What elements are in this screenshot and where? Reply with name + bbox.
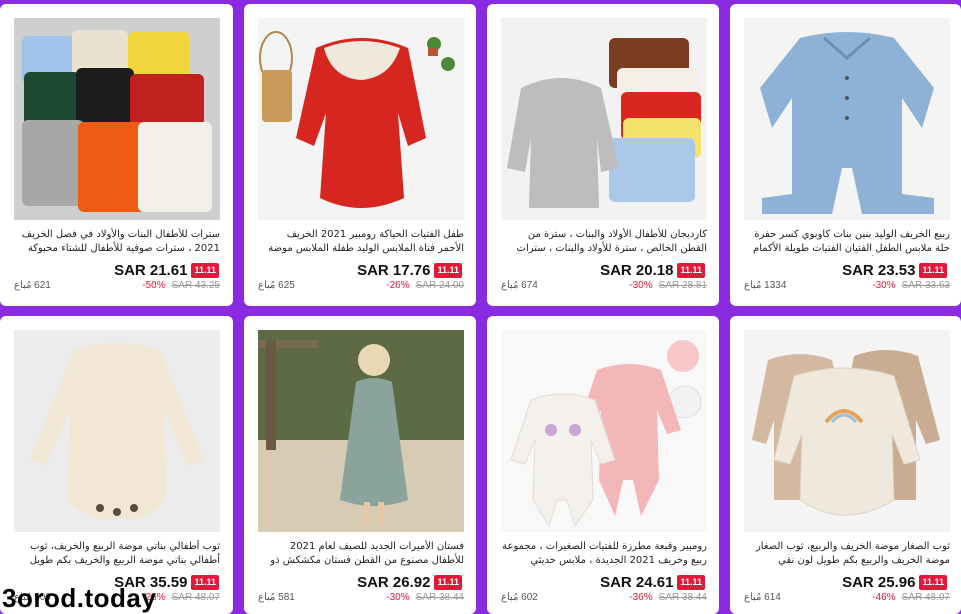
product-title[interactable]: رومبير وقبعة مطرزة للفتيات الصغيرات ، مج… [501, 540, 707, 568]
sold-count: 614 مُباع [744, 592, 781, 603]
product-image[interactable] [258, 18, 464, 220]
sold-count: 625 مُباع [258, 280, 295, 291]
meta-row: 581 مُباع -30% SAR 38.44 [258, 592, 464, 603]
sale-badge: 11.11 [919, 263, 947, 278]
meta-row: 674 مُباع -30% SAR 28.81 [501, 280, 707, 291]
product-image[interactable] [258, 330, 464, 532]
product-card[interactable]: سترات للأطفال البنات والأولاد في فصل الخ… [0, 4, 233, 306]
product-card[interactable]: فستان الأميرات الجديد للصيف لعام 2021 لل… [244, 316, 476, 614]
meta-row: 1334 مُباع -30% SAR 33.63 [744, 280, 950, 291]
sale-badge: 11.11 [677, 263, 705, 278]
original-price: SAR 24.00 [415, 280, 464, 291]
sale-badge: 11.11 [434, 263, 462, 278]
original-price: SAR 48.07 [171, 592, 220, 603]
original-price: SAR 38.44 [658, 592, 707, 603]
product-image[interactable] [14, 18, 220, 220]
site-watermark: 3orod.today [2, 583, 157, 613]
product-image[interactable] [14, 330, 220, 532]
product-title[interactable]: ثوب أطفالي بناتي موضة الربيع والخريف، ثو… [14, 540, 220, 568]
discount-percent: -30% [386, 592, 410, 603]
original-price: SAR 43.25 [171, 280, 220, 291]
product-card[interactable]: طفل الفتيات الحياكة رومبير 2021 الخريف ا… [244, 4, 476, 306]
discount-percent: -50% [142, 280, 166, 291]
product-card[interactable]: ثوب الصغار موضة الخريف والربيع، ثوب الصغ… [730, 316, 961, 614]
product-price: SAR 21.61 [114, 262, 188, 279]
price-row: SAR 25.96 11.11 [842, 574, 947, 591]
product-price: SAR 25.96 [842, 574, 916, 591]
product-price: SAR 17.76 [357, 262, 431, 279]
sale-badge: 11.11 [919, 575, 947, 590]
product-title[interactable]: سترات للأطفال البنات والأولاد في فصل الخ… [14, 228, 220, 256]
sale-badge: 11.11 [191, 263, 219, 278]
sold-count: 674 مُباع [501, 280, 538, 291]
product-title[interactable]: طفل الفتيات الحياكة رومبير 2021 الخريف ا… [258, 228, 464, 256]
meta-row: 614 مُباع -46% SAR 48.07 [744, 592, 950, 603]
product-title[interactable]: كارديجان للأطفال الأولاد والبنات ، سترة … [501, 228, 707, 256]
sale-badge: 11.11 [434, 575, 462, 590]
sold-count: 1334 مُباع [744, 280, 787, 291]
price-row: SAR 17.76 11.11 [357, 262, 462, 279]
discount-percent: -46% [872, 592, 896, 603]
sale-badge: 11.11 [191, 575, 219, 590]
product-image[interactable] [744, 18, 950, 220]
product-title[interactable]: فستان الأميرات الجديد للصيف لعام 2021 لل… [258, 540, 464, 568]
product-card[interactable]: ربيع الخريف الوليد بنين بنات كاوبوي كسر … [730, 4, 961, 306]
product-image[interactable] [744, 330, 950, 532]
sold-count: 621 مُباع [14, 280, 51, 291]
sold-count: 581 مُباع [258, 592, 295, 603]
product-grid: سترات للأطفال البنات والأولاد في فصل الخ… [0, 0, 961, 614]
meta-row: 621 مُباع -50% SAR 43.25 [14, 280, 220, 291]
meta-row: 602 مُباع -36% SAR 38.44 [501, 592, 707, 603]
price-row: SAR 21.61 11.11 [114, 262, 219, 279]
price-row: SAR 26.92 11.11 [357, 574, 462, 591]
price-row: SAR 24.61 11.11 [600, 574, 705, 591]
product-card[interactable]: رومبير وقبعة مطرزة للفتيات الصغيرات ، مج… [487, 316, 719, 614]
discount-percent: -30% [872, 280, 896, 291]
product-card[interactable]: كارديجان للأطفال الأولاد والبنات ، سترة … [487, 4, 719, 306]
product-image[interactable] [501, 330, 707, 532]
discount-percent: -26% [386, 280, 410, 291]
original-price: SAR 28.81 [658, 280, 707, 291]
original-price: SAR 48.07 [901, 592, 950, 603]
product-price: SAR 20.18 [600, 262, 674, 279]
product-title[interactable]: ربيع الخريف الوليد بنين بنات كاوبوي كسر … [744, 228, 950, 256]
product-title[interactable]: ثوب الصغار موضة الخريف والربيع، ثوب الصغ… [744, 540, 950, 568]
discount-percent: -30% [629, 280, 653, 291]
original-price: SAR 33.63 [901, 280, 950, 291]
product-price: SAR 24.61 [600, 574, 674, 591]
sold-count: 602 مُباع [501, 592, 538, 603]
product-card[interactable]: ثوب أطفالي بناتي موضة الربيع والخريف، ثو… [0, 316, 233, 614]
price-row: SAR 20.18 11.11 [600, 262, 705, 279]
discount-percent: -36% [629, 592, 653, 603]
original-price: SAR 38.44 [415, 592, 464, 603]
meta-row: 625 مُباع -26% SAR 24.00 [258, 280, 464, 291]
sale-badge: 11.11 [677, 575, 705, 590]
product-price: SAR 26.92 [357, 574, 431, 591]
product-price: SAR 23.53 [842, 262, 916, 279]
price-row: SAR 23.53 11.11 [842, 262, 947, 279]
product-image[interactable] [501, 18, 707, 220]
